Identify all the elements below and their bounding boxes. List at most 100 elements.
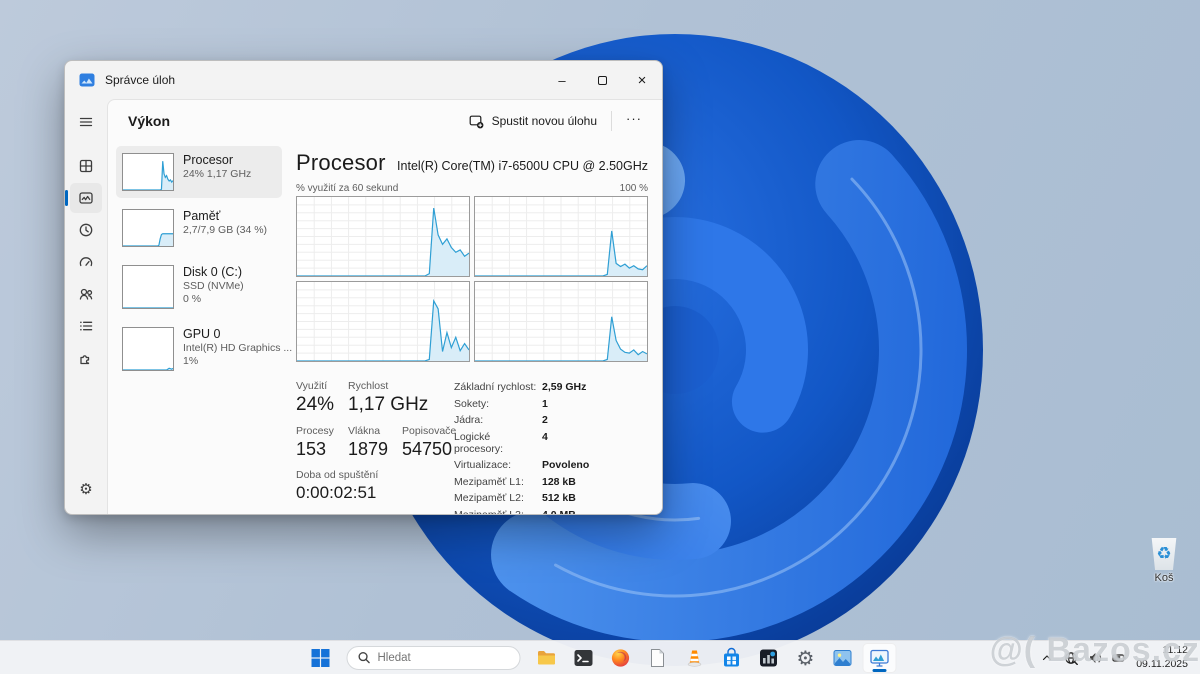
list-item-title: Procesor [183, 153, 234, 167]
system-tray: 11:12 09.11.2025 [1036, 641, 1194, 674]
sidebar-item-app-history[interactable] [70, 215, 102, 245]
chevron-up-icon [1043, 654, 1052, 660]
firefox-button[interactable] [604, 643, 638, 673]
minimize-button[interactable]: – [542, 61, 582, 99]
firefox-icon [611, 648, 630, 667]
clock-date: 09.11.2025 [1136, 657, 1188, 670]
services-icon [80, 355, 90, 365]
terminal-icon [574, 649, 593, 666]
new-task-icon [469, 115, 483, 128]
sidebar-item-performance[interactable] [65, 183, 102, 213]
list-item-disk[interactable]: Disk 0 (C:) SSD (NVMe) 0 % [116, 258, 282, 316]
terminal-button[interactable] [567, 643, 601, 673]
volume-button[interactable] [1084, 644, 1106, 672]
photos-app-icon [833, 649, 852, 666]
detail-row: Virtualizace: Povoleno [454, 459, 590, 471]
clock-time: 11:12 [1162, 644, 1189, 657]
menu-button[interactable] [70, 107, 102, 137]
cpu-chart-core-4 [474, 281, 648, 362]
list-item-sub: SSD (NVMe) [183, 280, 244, 292]
sidebar: ⚙ [65, 99, 107, 514]
disk-mini-chart [122, 265, 174, 309]
cpu-title: Procesor [296, 150, 386, 175]
task-manager-taskbar-button[interactable] [862, 642, 897, 673]
performance-list: Procesor 24% 1,17 GHz Paměť 2,7/7,9 GB (… [116, 146, 293, 514]
detail-row: Mezipaměť L1: 128 kB [454, 475, 576, 488]
run-new-task-button[interactable]: Spustit novou úlohu [459, 108, 607, 135]
cpu-mini-chart [122, 153, 174, 191]
taskbar-clock[interactable]: 11:12 09.11.2025 [1132, 644, 1194, 670]
task-manager-window: Správce úloh – × ⚙ Výkon Spustit novou ú… [64, 60, 663, 515]
list-item-title: GPU 0 [183, 327, 221, 341]
stat-uptime: Doba od spuštění 0:00:02:51 [296, 469, 379, 502]
list-item-sub: Intel(R) HD Graphics ... [183, 342, 293, 354]
recycle-icon: ♻ [1156, 543, 1172, 564]
minimize-icon: – [558, 72, 566, 88]
titlebar[interactable]: Správce úloh – × [65, 61, 662, 99]
photos-app-button[interactable] [826, 643, 860, 673]
sidebar-item-services[interactable] [70, 343, 102, 373]
maximize-icon [597, 75, 607, 85]
chart-axis-max: 100 % [619, 183, 648, 194]
settings-button[interactable]: ⚙ [70, 474, 102, 504]
file-explorer-button[interactable] [530, 643, 564, 673]
list-item-memory[interactable]: Paměť 2,7/7,9 GB (34 %) [116, 202, 282, 254]
settings-gear-icon: ⚙ [796, 645, 815, 670]
stat-processes: Procesy 153 [296, 425, 334, 459]
run-new-task-label: Spustit novou úlohu [491, 114, 597, 128]
content-pane: Výkon Spustit novou úlohu ··· Procesor 2… [107, 99, 662, 514]
list-item-sub2: 0 % [183, 293, 202, 305]
list-item-cpu[interactable]: Procesor 24% 1,17 GHz [116, 146, 282, 198]
list-item-gpu[interactable]: GPU 0 Intel(R) HD Graphics ... 1% [116, 320, 293, 378]
startup-icon [79, 257, 93, 267]
taskbar: ⚙ [0, 640, 1200, 674]
recycle-bin-icon: ♻ [1151, 538, 1177, 570]
close-icon: × [637, 71, 647, 89]
stat-handles: Popisovače 54750 [401, 425, 457, 459]
search-icon [358, 651, 370, 664]
list-item-sub2: 1% [183, 355, 199, 367]
detail-row: Mezipaměť L2: 512 kB [454, 492, 576, 504]
chart-axis-caption: % využití za 60 sekund [296, 183, 399, 194]
stat-usage: Využití 24% [296, 380, 335, 415]
cpu-chart-core-3 [296, 281, 470, 362]
tray-overflow-button[interactable] [1036, 644, 1058, 672]
store-button[interactable] [715, 643, 749, 673]
settings-app-button[interactable]: ⚙ [789, 643, 823, 673]
close-button[interactable]: × [622, 61, 662, 99]
sidebar-item-startup-apps[interactable] [70, 247, 102, 277]
battery-button[interactable] [1108, 644, 1130, 672]
list-item-sub: 24% 1,17 GHz [183, 168, 252, 180]
cpu-stats-primary: Využití 24% Rychlost 1,17 GHz Procesy 15… [296, 380, 457, 514]
taskbar-search[interactable] [346, 645, 521, 670]
store-icon [724, 647, 739, 666]
divider [611, 111, 612, 131]
folder-icon [538, 650, 555, 664]
list-item-sub: 2,7/7,9 GB (34 %) [183, 224, 268, 236]
monitor-app-button[interactable] [752, 643, 786, 673]
task-manager-app-icon [79, 73, 95, 87]
libreoffice-button[interactable] [641, 643, 675, 673]
recycle-bin[interactable]: ♻ Koš [1136, 538, 1192, 584]
network-button[interactable] [1060, 644, 1082, 672]
more-options-button[interactable]: ··· [616, 110, 652, 132]
vlc-cone-icon [687, 650, 702, 667]
cpu-charts [296, 196, 648, 362]
cpu-detail-panel: Procesor Intel(R) Core(TM) i7-6500U CPU … [282, 146, 648, 514]
desktop: ♻ Koš Správce úloh – × ⚙ Výkon Spustit n… [0, 0, 1200, 674]
detail-row: Logické procesory: 4 [454, 430, 548, 455]
search-input[interactable] [377, 651, 498, 664]
memory-mini-chart [122, 209, 174, 247]
sidebar-item-details[interactable] [70, 311, 102, 341]
cpu-model: Intel(R) Core(TM) i7-6500U CPU @ 2.50GHz [397, 159, 648, 173]
detail-row: Mezipaměť L3:4,0 MB [454, 509, 648, 515]
battery-icon [1112, 653, 1126, 662]
sidebar-item-users[interactable] [70, 279, 102, 309]
bar-chart-app-icon [760, 649, 777, 666]
vlc-button[interactable] [678, 643, 712, 673]
maximize-button[interactable] [582, 61, 622, 99]
start-button[interactable] [304, 643, 338, 673]
speaker-icon [1090, 652, 1102, 663]
details-icon [80, 321, 93, 331]
sidebar-item-processes[interactable] [70, 151, 102, 181]
